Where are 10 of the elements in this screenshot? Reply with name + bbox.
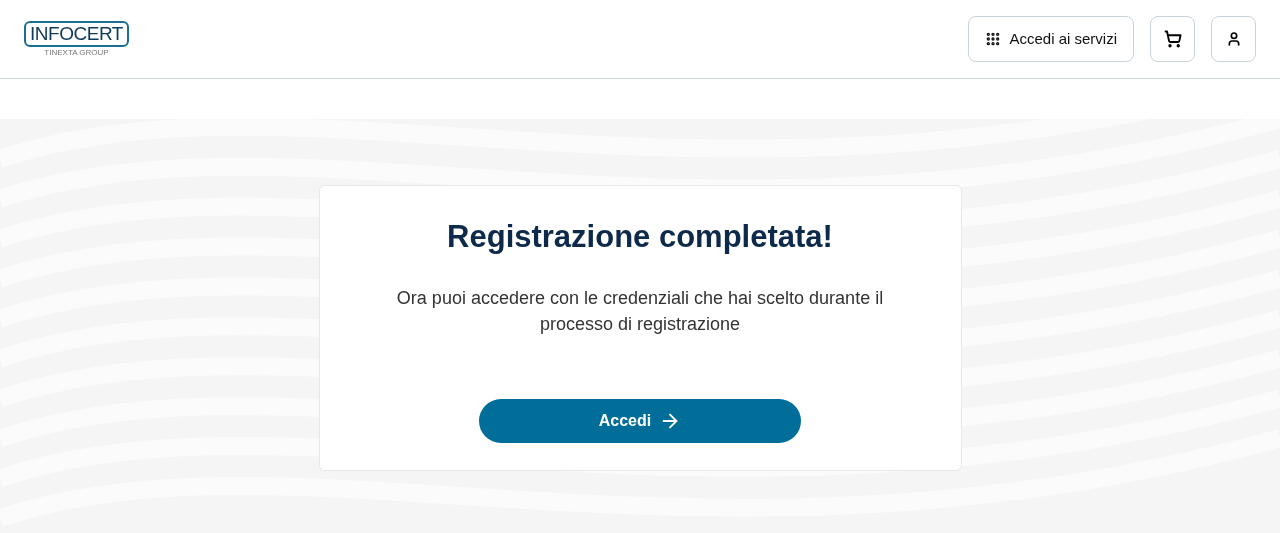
cart-button[interactable] [1150,16,1195,62]
card-title: Registrazione completata! [447,218,833,256]
cart-icon [1163,30,1182,48]
logo-wordmark[interactable]: INFOCERT [24,21,129,47]
logo-tagline: TINEXTA GROUP [44,48,109,57]
user-button[interactable] [1211,16,1256,62]
card-message: Ora puoi accedere con le credenziali che hai scelto durante il processo di registrazione [395,286,885,336]
services-button[interactable]: Accedi ai servizi [968,16,1134,62]
login-button[interactable]: Accedi [479,398,801,443]
grid-icon [985,31,1002,47]
